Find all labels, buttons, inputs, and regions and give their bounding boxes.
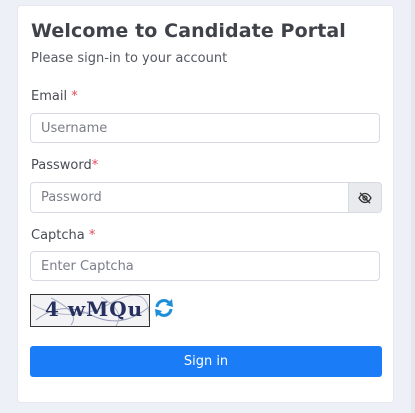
login-card: Welcome to Candidate Portal Please sign-… [18, 6, 393, 402]
captcha-input[interactable] [30, 251, 380, 281]
email-label: Email * [31, 89, 78, 104]
signin-button[interactable]: Sign in [30, 346, 382, 377]
page-title: Welcome to Candidate Portal [31, 20, 346, 42]
captcha-refresh-button[interactable] [152, 296, 176, 320]
captcha-text: 4 wMQu [45, 297, 144, 321]
email-field[interactable] [30, 113, 380, 143]
password-label: Password* [31, 158, 98, 173]
captcha-required-mark: * [88, 228, 96, 243]
password-label-text: Password [31, 158, 92, 173]
password-group [30, 182, 382, 213]
scrollbar[interactable] [411, 0, 415, 413]
email-required-mark: * [71, 89, 78, 104]
page-subtitle: Please sign-in to your account [31, 51, 228, 66]
email-label-text: Email [31, 89, 68, 104]
captcha-image: 4 wMQu [30, 294, 150, 327]
refresh-icon [155, 299, 173, 317]
captcha-label-text: Captcha [31, 228, 85, 243]
password-field[interactable] [30, 182, 348, 213]
captcha-label: Captcha * [31, 228, 95, 243]
password-required-mark: * [91, 158, 99, 173]
password-visibility-toggle[interactable] [348, 182, 382, 213]
eye-slash-icon [358, 191, 372, 204]
